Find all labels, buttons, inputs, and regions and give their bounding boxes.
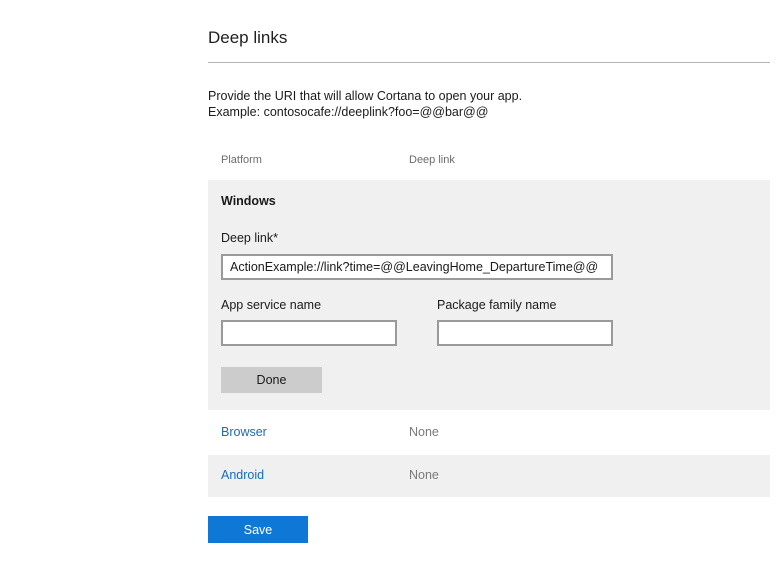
windows-platform-title: Windows xyxy=(221,194,276,208)
deep-links-page: Deep links Provide the URI that will all… xyxy=(0,0,780,570)
app-service-name-input[interactable] xyxy=(221,320,397,346)
browser-deep-link-value: None xyxy=(409,425,439,439)
android-deep-link-value: None xyxy=(409,468,439,482)
platform-row-browser: Browser None xyxy=(208,412,770,454)
save-button[interactable]: Save xyxy=(208,516,308,543)
column-header-platform: Platform xyxy=(221,154,262,166)
section-title: Deep links xyxy=(208,28,288,47)
description-line: Provide the URI that will allow Cortana … xyxy=(208,89,523,103)
app-service-name-label: App service name xyxy=(221,298,322,312)
package-family-name-input[interactable] xyxy=(437,320,613,346)
title-divider xyxy=(208,62,770,63)
done-button[interactable]: Done xyxy=(221,367,322,393)
column-header-deep-link: Deep link xyxy=(409,154,455,166)
windows-platform-panel: Windows Deep link* App service name Pack… xyxy=(208,180,770,410)
deep-link-label: Deep link* xyxy=(221,231,278,245)
section-description: Provide the URI that will allow Cortana … xyxy=(208,88,522,120)
description-example: Example: contosocafe://deeplink?foo=@@ba… xyxy=(208,105,489,119)
deep-link-input[interactable] xyxy=(221,254,613,280)
browser-platform-link[interactable]: Browser xyxy=(221,425,267,439)
platform-row-android: Android None xyxy=(208,455,770,497)
android-platform-link[interactable]: Android xyxy=(221,468,264,482)
package-family-name-label: Package family name xyxy=(437,298,557,312)
